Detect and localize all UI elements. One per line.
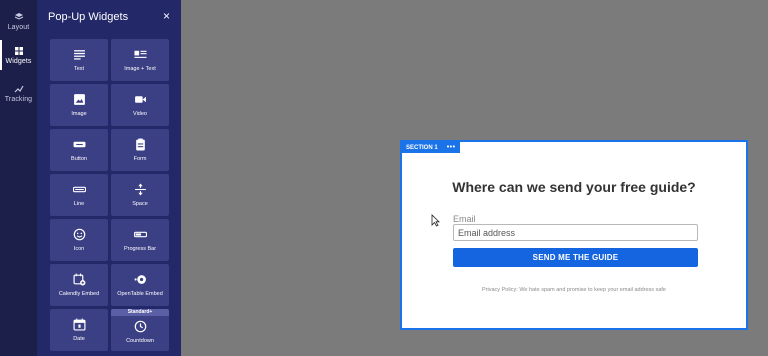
- widget-label: Button: [71, 156, 87, 162]
- widget-label: Line: [73, 201, 85, 207]
- widgets-panel: Pop-Up Widgets × Text Image + Text Image…: [37, 0, 181, 356]
- opentable-icon: [134, 275, 146, 284]
- widget-label: Icon: [73, 246, 85, 252]
- calendar-plus-icon: [72, 273, 85, 286]
- widget-icon[interactable]: Icon: [50, 219, 108, 261]
- widget-button[interactable]: Button: [50, 129, 108, 171]
- widget-label: Form: [133, 156, 147, 162]
- close-icon[interactable]: ×: [163, 10, 170, 22]
- widget-space[interactable]: Space: [111, 174, 169, 216]
- widget-label: Image + Text: [124, 66, 156, 72]
- date-icon: [72, 318, 86, 331]
- button-icon: [73, 141, 85, 148]
- privacy-text[interactable]: Privacy Policy: We hate spam and promise…: [402, 287, 746, 293]
- email-field[interactable]: [453, 224, 698, 241]
- widget-video[interactable]: Video: [111, 84, 169, 126]
- widget-label: Text: [73, 66, 85, 72]
- widget-opentable-embed[interactable]: OpenTable Embed: [111, 264, 169, 306]
- section-label: SECTION 1: [406, 144, 438, 151]
- grid-icon: [14, 46, 23, 55]
- rail-item-layout-label: Layout: [7, 23, 30, 31]
- widget-text[interactable]: Text: [50, 39, 108, 81]
- rail-item-tracking[interactable]: Tracking: [0, 78, 37, 108]
- widget-label: Progress Bar: [123, 246, 157, 252]
- video-icon: [134, 96, 146, 103]
- image-text-icon: [133, 50, 147, 58]
- send-guide-button[interactable]: SEND ME THE GUIDE: [453, 248, 698, 267]
- widget-label: Video: [133, 111, 147, 117]
- clock-icon: [134, 320, 146, 333]
- widget-date[interactable]: Date: [50, 309, 108, 351]
- image-icon: [73, 94, 85, 105]
- text-icon: [73, 50, 85, 60]
- rail-item-widgets-label: Widgets: [5, 57, 32, 65]
- more-icon[interactable]: •••: [447, 144, 456, 151]
- popup-headline[interactable]: Where can we send your free guide?: [402, 179, 746, 195]
- rail-item-tracking-label: Tracking: [4, 95, 33, 103]
- email-label: Email: [453, 214, 476, 224]
- editor-canvas: SECTION 1 ••• Where can we send your fre…: [181, 0, 768, 356]
- rail-item-widgets[interactable]: Widgets: [0, 40, 37, 70]
- line-icon: [72, 186, 86, 193]
- widget-calendly-embed[interactable]: Calendly Embed: [50, 264, 108, 306]
- progress-bar-icon: [133, 231, 147, 238]
- widget-countdown[interactable]: Standard+ Countdown: [111, 309, 169, 351]
- rail-item-layout[interactable]: Layout: [0, 6, 37, 36]
- widget-label: Image: [71, 111, 87, 117]
- widget-label: Calendly Embed: [58, 291, 100, 297]
- form-icon: [135, 138, 145, 151]
- mouse-cursor-icon: [431, 214, 440, 227]
- layers-icon: [14, 12, 23, 20]
- smiley-icon: [73, 228, 85, 241]
- section-tag[interactable]: SECTION 1 •••: [402, 142, 460, 153]
- widget-label: Date: [73, 336, 85, 342]
- space-icon: [134, 183, 146, 196]
- widget-label: OpenTable Embed: [117, 291, 163, 297]
- left-rail: Layout Widgets Tracking: [0, 0, 37, 356]
- widget-form[interactable]: Form: [111, 129, 169, 171]
- widget-line[interactable]: Line: [50, 174, 108, 216]
- panel-title: Pop-Up Widgets: [48, 11, 129, 23]
- widget-grid: Text Image + Text Image Video Button For…: [50, 39, 171, 351]
- widget-label: Space: [132, 201, 148, 207]
- plan-badge: Standard+: [111, 309, 169, 316]
- popup-preview[interactable]: SECTION 1 ••• Where can we send your fre…: [400, 140, 748, 330]
- widget-progress-bar[interactable]: Progress Bar: [111, 219, 169, 261]
- trend-icon: [14, 85, 24, 92]
- widget-image[interactable]: Image: [50, 84, 108, 126]
- widget-image-text[interactable]: Image + Text: [111, 39, 169, 81]
- widget-label: Countdown: [126, 338, 154, 344]
